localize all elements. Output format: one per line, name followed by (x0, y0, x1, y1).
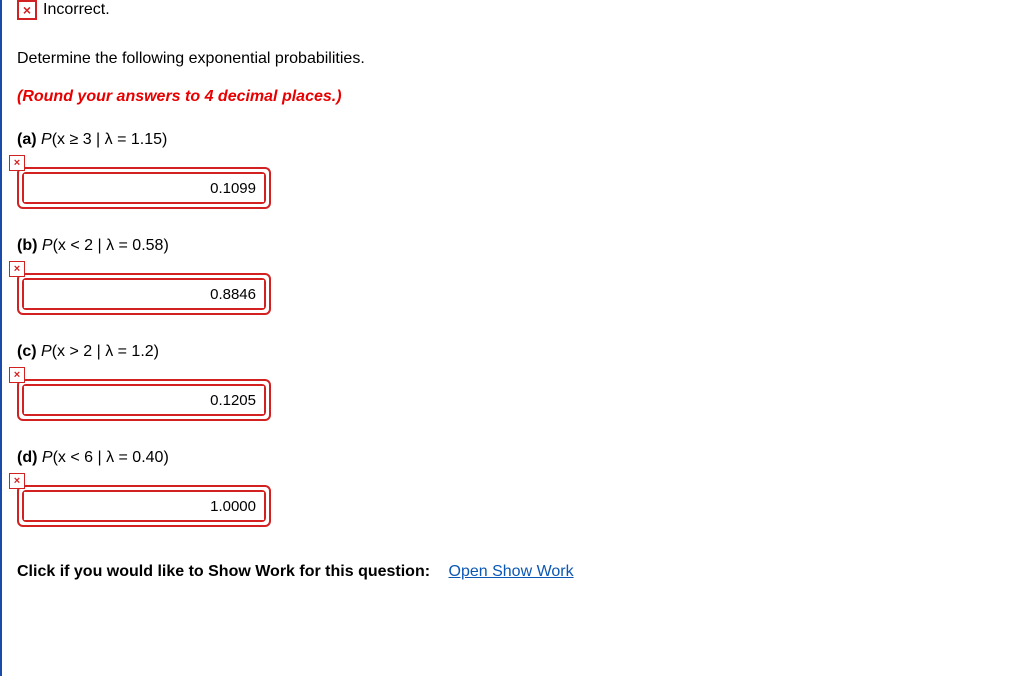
part-c-p: P (41, 343, 52, 360)
part-d-answer-wrap: × (17, 485, 271, 527)
part-b-expr: (x < 2 | λ = 0.58) (53, 237, 169, 254)
part-a-answer-input[interactable] (24, 174, 264, 202)
part-b-p: P (42, 237, 53, 254)
show-work-prompt: Click if you would like to Show Work for… (17, 563, 430, 580)
show-work-row: Click if you would like to Show Work for… (17, 563, 1009, 581)
incorrect-marker-icon: × (9, 261, 25, 277)
incorrect-marker-icon: × (9, 155, 25, 171)
question-container: × Incorrect. Determine the following exp… (0, 0, 1024, 676)
part-c-answer-input[interactable] (24, 386, 264, 414)
incorrect-icon: × (17, 0, 37, 20)
part-d-letter: (d) (17, 449, 37, 466)
answer-outer-border (17, 167, 271, 209)
part-a-letter: (a) (17, 131, 37, 148)
status-text: Incorrect. (43, 1, 110, 19)
part-b-letter: (b) (17, 237, 37, 254)
status-row: × Incorrect. (17, 0, 1009, 20)
part-c-expr: (x > 2 | λ = 1.2) (52, 343, 159, 360)
part-d-label: (d) P(x < 6 | λ = 0.40) (17, 449, 1009, 467)
part-d-answer-input[interactable] (24, 492, 264, 520)
answer-inner-border (22, 278, 266, 310)
part-b-answer-input[interactable] (24, 280, 264, 308)
answer-outer-border (17, 379, 271, 421)
part-d-expr: (x < 6 | λ = 0.40) (53, 449, 169, 466)
part-c-label: (c) P(x > 2 | λ = 1.2) (17, 343, 1009, 361)
answer-inner-border (22, 384, 266, 416)
answer-outer-border (17, 485, 271, 527)
answer-inner-border (22, 490, 266, 522)
incorrect-marker-icon: × (9, 473, 25, 489)
part-c-answer-wrap: × (17, 379, 271, 421)
part-a-label: (a) P(x ≥ 3 | λ = 1.15) (17, 131, 1009, 149)
incorrect-marker-icon: × (9, 367, 25, 383)
answer-inner-border (22, 172, 266, 204)
part-d-p: P (42, 449, 53, 466)
question-text: Determine the following exponential prob… (17, 50, 1009, 68)
open-show-work-link[interactable]: Open Show Work (449, 563, 574, 580)
rounding-instruction: (Round your answers to 4 decimal places.… (17, 88, 1009, 106)
part-c-letter: (c) (17, 343, 37, 360)
part-a-p: P (41, 131, 52, 148)
answer-outer-border (17, 273, 271, 315)
part-a-answer-wrap: × (17, 167, 271, 209)
part-a-expr: (x ≥ 3 | λ = 1.15) (52, 131, 168, 148)
part-b-label: (b) P(x < 2 | λ = 0.58) (17, 237, 1009, 255)
part-b-answer-wrap: × (17, 273, 271, 315)
